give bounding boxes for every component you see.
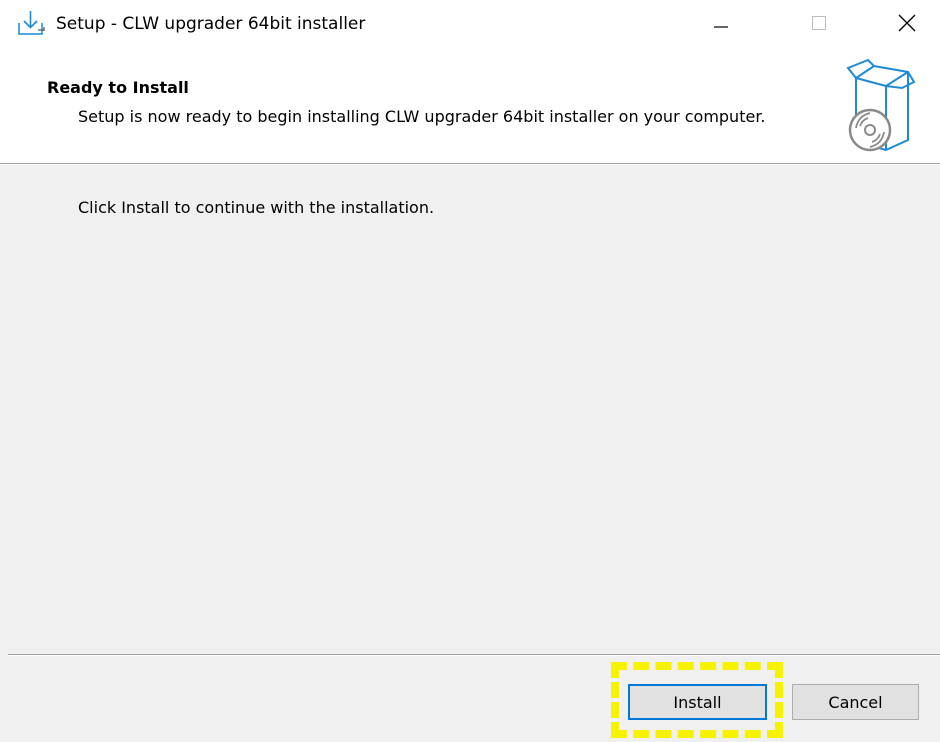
maximize-icon (812, 16, 826, 30)
setup-window: Setup - CLW upgrader 64bit installer Rea… (0, 0, 940, 742)
window-title: Setup - CLW upgrader 64bit installer (56, 14, 366, 34)
close-button[interactable] (876, 0, 938, 46)
footer-divider-highlight (8, 655, 940, 656)
minimize-button[interactable] (690, 0, 752, 46)
maximize-button[interactable] (788, 0, 850, 46)
page-description: Setup is now ready to begin installing C… (78, 107, 766, 126)
header-divider-highlight (0, 164, 940, 165)
minimize-icon (714, 26, 728, 28)
wizard-header: Ready to Install Setup is now ready to b… (0, 50, 940, 163)
page-title: Ready to Install (47, 78, 189, 97)
software-box-icon (846, 58, 916, 154)
close-icon (898, 14, 916, 32)
install-button[interactable]: Install (628, 684, 767, 720)
title-bar[interactable]: Setup - CLW upgrader 64bit installer (0, 0, 940, 50)
installer-download-icon (16, 9, 46, 37)
cancel-button[interactable]: Cancel (792, 684, 919, 720)
instruction-text: Click Install to continue with the insta… (78, 198, 435, 217)
